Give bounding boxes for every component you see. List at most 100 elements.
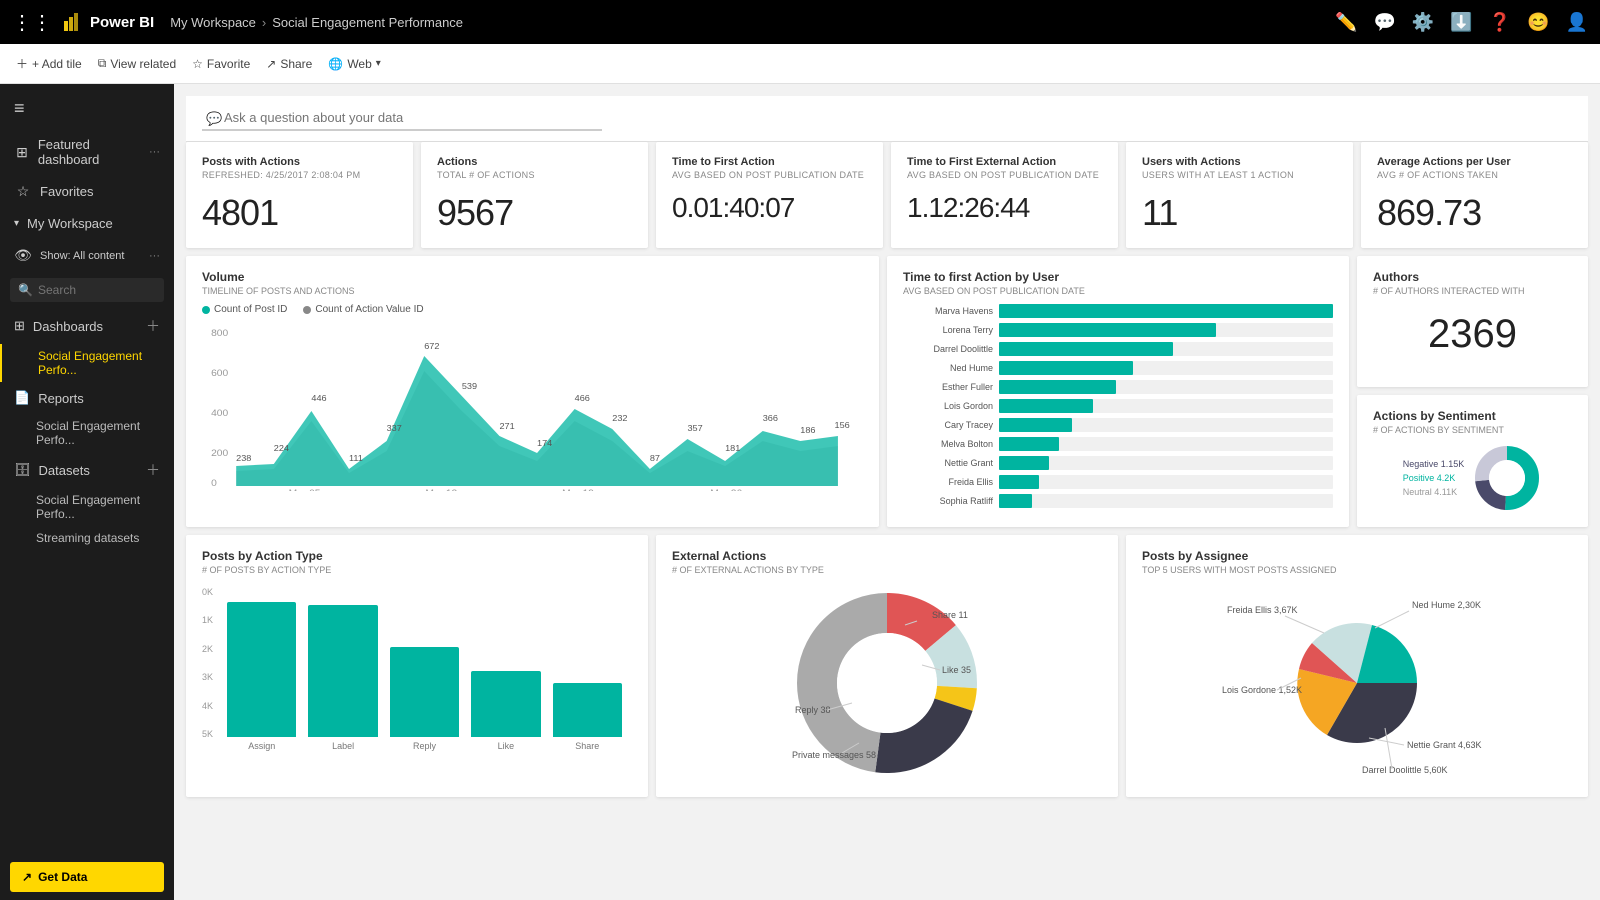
add-dataset-button[interactable]: ＋ <box>146 460 160 480</box>
sentiment-donut-svg <box>1472 443 1542 513</box>
app-grid-icon[interactable]: ⋮⋮ <box>12 10 52 35</box>
vbar-label: Label <box>332 741 354 751</box>
settings-icon[interactable]: ⚙️ <box>1412 12 1434 33</box>
edit-icon[interactable]: ✏️ <box>1335 12 1357 33</box>
kpi-time-first-action: Time to First Action AVG BASED ON POST P… <box>656 142 883 248</box>
help-icon[interactable]: ❓ <box>1489 12 1511 33</box>
sidebar-streaming-item[interactable]: Streaming datasets <box>0 526 174 550</box>
kpi-value: 4801 <box>202 192 397 234</box>
chart-title: Actions by Sentiment <box>1373 409 1572 423</box>
svg-text:Share 11: Share 11 <box>932 610 968 620</box>
download-icon[interactable]: ⬇️ <box>1450 12 1472 33</box>
sidebar-my-workspace[interactable]: ▾ My Workspace <box>0 208 174 239</box>
kpi-title: Time to First Action <box>672 156 867 168</box>
dashboards-section[interactable]: ⊞ Dashboards ＋ <box>0 308 174 344</box>
user-icon[interactable]: 👤 <box>1566 12 1588 33</box>
chart-title: Volume <box>202 270 863 284</box>
authors-value: 2369 <box>1373 312 1572 357</box>
external-actions-donut-svg: Share 11 Like 35 Reply 38 Private messag… <box>787 583 987 783</box>
bar-fill <box>999 399 1093 413</box>
svg-text:Private messages 58: Private messages 58 <box>792 750 876 760</box>
bar-label: Freida Ellis <box>903 477 993 487</box>
bar-bg <box>999 304 1333 318</box>
get-data-button[interactable]: ↗ Get Data <box>10 862 164 892</box>
sidebar-report-item[interactable]: Social Engagement Perfo... <box>0 414 174 452</box>
legend-action-id: Count of Action Value ID <box>303 304 423 315</box>
authors-sentiment-col: Authors # OF AUTHORS INTERACTED WITH 236… <box>1357 256 1588 527</box>
bar-fill <box>999 456 1049 470</box>
neutral-label: Neutral 4.11K <box>1403 487 1465 497</box>
kpi-title: Time to First External Action <box>907 156 1102 168</box>
web-button[interactable]: 🌐 Web ▾ <box>328 57 380 71</box>
sentiment-labels: Negative 1.15K Positive 4.2K Neutral 4.1… <box>1403 459 1465 497</box>
ask-wrapper: 💬 <box>202 106 602 131</box>
sidebar-dataset-item[interactable]: Social Engagement Perfo... <box>0 488 174 526</box>
svg-text:87: 87 <box>650 454 660 463</box>
breadcrumb-separator: › <box>262 15 266 30</box>
bar-bg <box>999 456 1333 470</box>
search-wrapper: 🔍 <box>0 272 174 308</box>
ask-question-input[interactable] <box>202 106 602 131</box>
kpi-subtitle: AVG # OF ACTIONS TAKEN <box>1377 170 1572 180</box>
kpi-value: 11 <box>1142 192 1337 234</box>
search-input[interactable] <box>10 278 164 302</box>
arrow-icon: ↗ <box>22 870 32 884</box>
brand-name: Power BI <box>90 14 154 31</box>
kpi-value: 869.73 <box>1377 192 1572 234</box>
datasets-section[interactable]: 🗄 Datasets ＋ <box>0 452 174 488</box>
svg-text:Mar 12: Mar 12 <box>425 489 457 491</box>
kpi-subtitle: AVG BASED ON POST PUBLICATION DATE <box>907 170 1102 180</box>
powerbi-logo-icon <box>62 11 84 33</box>
report-icon: 📄 <box>14 390 30 406</box>
bar-fill <box>999 494 1032 508</box>
account-icon[interactable]: 😊 <box>1527 12 1549 33</box>
add-icon: ＋ <box>16 55 28 72</box>
bar-fill <box>999 342 1173 356</box>
vbar <box>553 683 622 737</box>
bar-row: Darrel Doolittle <box>903 342 1333 356</box>
vbar-chart: Assign Label Reply Like Share <box>217 591 632 751</box>
share-button[interactable]: ↗ Share <box>266 57 312 71</box>
vbar-label: Assign <box>248 741 275 751</box>
sidebar-item-show[interactable]: 👁 Show: All content ··· <box>0 239 174 272</box>
svg-text:111: 111 <box>349 454 363 463</box>
ask-question-bar: 💬 <box>186 96 1588 142</box>
chart-subtitle: # OF AUTHORS INTERACTED WITH <box>1373 286 1572 296</box>
sidebar-item-favorites[interactable]: ☆ Favorites <box>0 175 174 208</box>
share-icon: ↗ <box>266 57 276 71</box>
svg-text:Mar 05: Mar 05 <box>289 489 321 491</box>
posts-assignee-card: Posts by Assignee TOP 5 USERS WITH MOST … <box>1126 535 1588 797</box>
svg-text:Mar 26: Mar 26 <box>710 489 742 491</box>
breadcrumb-workspace[interactable]: My Workspace <box>170 15 256 30</box>
svg-text:Freida Ellis 3,67K: Freida Ellis 3,67K <box>1227 605 1298 615</box>
sidebar-item-featured-dashboard[interactable]: ⊞ Featured dashboard ··· <box>0 129 174 175</box>
svg-text:200: 200 <box>211 449 228 459</box>
sidebar-dashboard-item[interactable]: Social Engagement Perfo... <box>0 344 174 382</box>
view-related-button[interactable]: ⧉ View related <box>98 56 176 71</box>
bar-row: Ned Hume <box>903 361 1333 375</box>
time-first-action-chart-card: Time to first Action by User AVG BASED O… <box>887 256 1349 527</box>
favorite-button[interactable]: ☆ Favorite <box>192 57 250 71</box>
chart-title: External Actions <box>672 549 1102 563</box>
nav-actions: ✏️ 💬 ⚙️ ⬇️ ❓ 😊 👤 <box>1335 12 1588 33</box>
chevron-down-icon: ▾ <box>14 218 19 229</box>
chart-subtitle: # OF EXTERNAL ACTIONS BY TYPE <box>672 565 1102 575</box>
add-dashboard-button[interactable]: ＋ <box>146 316 160 336</box>
svg-text:174: 174 <box>537 439 552 448</box>
volume-svg: 800 600 400 200 0 Mar 05 Mar 12 Mar 19 M… <box>202 321 863 491</box>
bar-label: Sophia Ratliff <box>903 496 993 506</box>
bar-label: Cary Tracey <box>903 420 993 430</box>
reports-section[interactable]: 📄 Reports <box>0 382 174 414</box>
hamburger-icon[interactable]: ≡ <box>0 88 174 129</box>
positive-label: Positive 4.2K <box>1403 473 1465 483</box>
svg-text:0: 0 <box>211 479 217 489</box>
comment-icon[interactable]: 💬 <box>1373 12 1395 33</box>
bar-label: Marva Havens <box>903 306 993 316</box>
svg-text:224: 224 <box>274 444 289 453</box>
kpi-avg-actions-per-user: Average Actions per User AVG # OF ACTION… <box>1361 142 1588 248</box>
svg-text:466: 466 <box>575 394 590 403</box>
kpi-row: Posts with Actions REFRESHED: 4/25/2017 … <box>186 142 1588 248</box>
vbar-group: Reply <box>390 647 459 751</box>
add-tile-button[interactable]: ＋ + Add tile <box>16 55 82 72</box>
svg-text:Mar 19: Mar 19 <box>562 489 594 491</box>
